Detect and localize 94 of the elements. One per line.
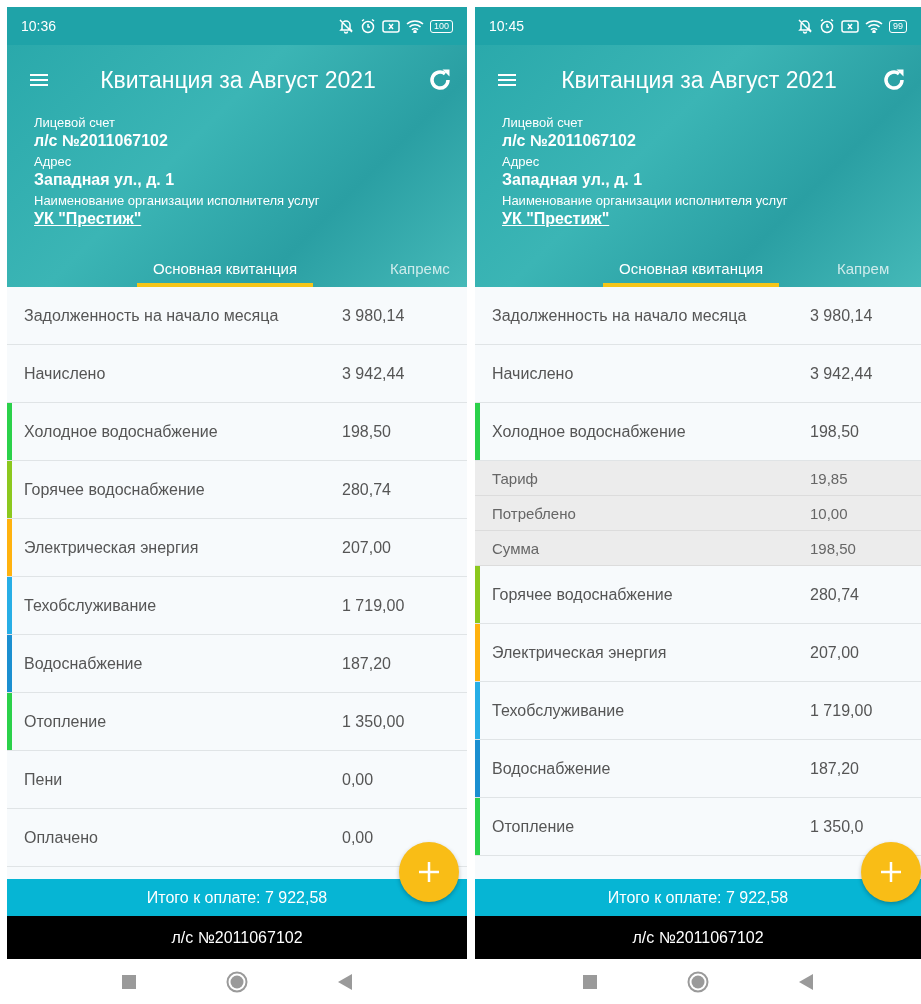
- row-label: Начислено: [492, 364, 575, 383]
- row-label: Начислено: [24, 364, 107, 383]
- row-label: Задолженность на начало месяца: [492, 306, 748, 325]
- organization-label: Наименование организации исполнителя услуг: [502, 193, 789, 208]
- row-label: Задолженность на начало месяца: [24, 306, 280, 325]
- row-label: Холодное водоснабжение: [24, 422, 219, 441]
- plus-icon: [879, 860, 903, 884]
- plus-icon: [417, 860, 441, 884]
- alarm-clock-icon: [359, 18, 376, 34]
- account-number: л/с №2011067102: [502, 132, 637, 150]
- service-row[interactable]: Техобслуживание 1 719,00: [7, 577, 467, 635]
- service-row[interactable]: Техобслуживание 1 719,00: [475, 682, 921, 740]
- row-value: 198,50: [810, 422, 860, 441]
- footer-text: л/с №2011067102: [632, 928, 764, 947]
- detail-value: 10,00: [810, 504, 849, 522]
- status-time: 10:36: [21, 18, 58, 34]
- service-row[interactable]: Горячее водоснабжение 280,74: [475, 566, 921, 624]
- service-row[interactable]: Электрическая энергия 207,00: [7, 519, 467, 577]
- detail-label: Потреблено: [492, 504, 577, 522]
- status-time: 10:45: [489, 18, 526, 34]
- row-value: 198,50: [342, 422, 392, 441]
- row-label: Отопление: [492, 817, 576, 836]
- add-button[interactable]: [861, 842, 921, 902]
- alarm-clock-icon: [819, 18, 835, 34]
- detail-value: 19,85: [810, 469, 849, 487]
- total-text: Итого к оплате: 7 922,58: [607, 888, 789, 907]
- row-value: 1 719,00: [810, 701, 874, 720]
- row-label: Оплачено: [24, 828, 99, 847]
- detail-value: 198,50: [810, 539, 857, 557]
- row-label: Холодное водоснабжение: [492, 422, 687, 441]
- service-row[interactable]: Водоснабжение 187,20: [475, 740, 921, 798]
- screen-title: Квитанция за Август 2021: [560, 66, 838, 94]
- detail-label: Сумма: [492, 539, 541, 557]
- back-nav-icon[interactable]: [338, 973, 352, 990]
- service-row[interactable]: Отопление 1 350,00: [7, 693, 467, 751]
- wifi-icon: [865, 19, 883, 33]
- row-label: Водоснабжение: [492, 759, 612, 778]
- account-number: л/с №2011067102: [34, 132, 169, 150]
- home-nav-icon[interactable]: [226, 970, 248, 993]
- row-value: 3 980,14: [342, 306, 406, 325]
- organization-label: Наименование организации исполнителя услуг: [34, 193, 321, 208]
- battery-indicator: 99: [889, 19, 907, 33]
- screen-title: Квитанция за Август 2021: [99, 66, 377, 94]
- address-label: Адрес: [502, 154, 541, 169]
- row-label: Техобслуживание: [492, 701, 626, 720]
- row-label: Электрическая энергия: [24, 538, 200, 557]
- row-label: Техобслуживание: [24, 596, 158, 615]
- refresh-icon[interactable]: [427, 67, 453, 93]
- address-value: Западная ул., д. 1: [34, 171, 176, 189]
- bell-off-icon: [797, 18, 813, 34]
- service-row[interactable]: Водоснабжение 187,20: [7, 635, 467, 693]
- close-box-icon: [841, 19, 859, 33]
- row-label: Водоснабжение: [24, 654, 144, 673]
- square-nav-icon[interactable]: [122, 974, 136, 989]
- footer-text: л/с №2011067102: [171, 928, 303, 947]
- address-label: Адрес: [34, 154, 73, 169]
- row-value: 1 719,00: [342, 596, 406, 615]
- row-value: 0,00: [342, 828, 375, 847]
- row-value: 280,74: [342, 480, 392, 499]
- row-value: 3 980,14: [810, 306, 874, 325]
- service-row[interactable]: Электрическая энергия 207,00: [475, 624, 921, 682]
- home-nav-icon[interactable]: [687, 970, 709, 993]
- battery-indicator: 100: [429, 19, 453, 33]
- row-label: Горячее водоснабжение: [492, 585, 674, 604]
- address-value: Западная ул., д. 1: [502, 171, 644, 189]
- close-box-icon: [381, 19, 400, 33]
- row-value: 280,74: [810, 585, 860, 604]
- row-value: 1 350,00: [342, 712, 406, 731]
- row-label: Пени: [24, 770, 64, 789]
- row-value: 187,20: [342, 654, 392, 673]
- row-value: 1 350,0: [810, 817, 865, 836]
- menu-icon[interactable]: [29, 72, 49, 88]
- row-label: Электрическая энергия: [492, 643, 668, 662]
- service-row[interactable]: Горячее водоснабжение 280,74: [7, 461, 467, 519]
- account-label: Лицевой счет: [502, 115, 585, 130]
- row-value: 207,00: [342, 538, 392, 557]
- back-nav-icon[interactable]: [799, 973, 813, 990]
- service-row[interactable]: Холодное водоснабжение 198,50: [7, 403, 467, 461]
- total-text: Итого к оплате: 7 922,58: [146, 888, 328, 907]
- account-label: Лицевой счет: [34, 115, 117, 130]
- row-value: 3 942,44: [810, 364, 874, 383]
- bell-off-icon: [337, 18, 354, 34]
- row-label: Горячее водоснабжение: [24, 480, 206, 499]
- detail-label: Тариф: [492, 469, 539, 487]
- row-value: 207,00: [810, 643, 860, 662]
- add-button[interactable]: [399, 842, 459, 902]
- refresh-icon[interactable]: [881, 67, 907, 93]
- square-nav-icon[interactable]: [583, 974, 597, 989]
- menu-icon[interactable]: [497, 72, 517, 88]
- row-value: 187,20: [810, 759, 860, 778]
- row-label: Отопление: [24, 712, 108, 731]
- row-value: 3 942,44: [342, 364, 406, 383]
- row-value: 0,00: [342, 770, 375, 789]
- wifi-icon: [405, 19, 424, 33]
